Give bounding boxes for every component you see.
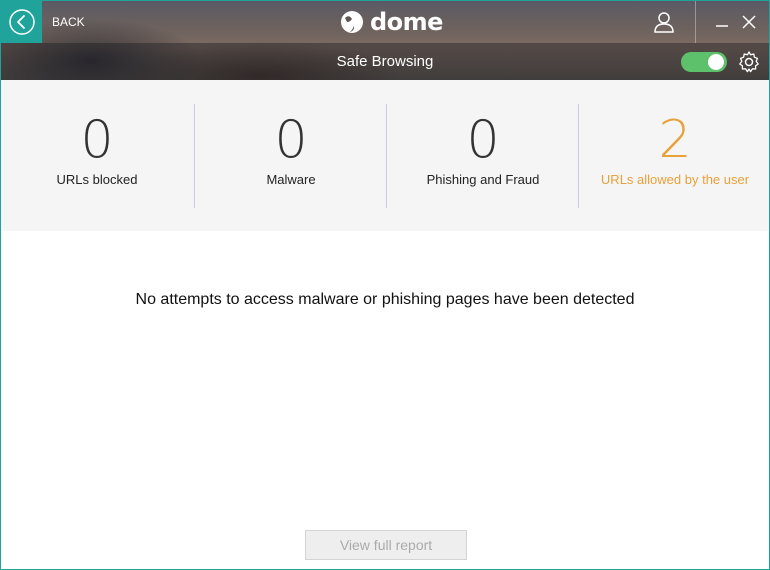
toggle-knob: [708, 54, 724, 70]
back-label[interactable]: BACK: [52, 15, 85, 29]
header-divider: [695, 1, 696, 43]
chevron-left-icon: [8, 9, 35, 35]
stats-panel: 0 URLs blocked 0 Malware 0 Phishing and …: [1, 80, 769, 231]
page-title: Safe Browsing: [336, 53, 434, 70]
safe-browsing-toggle[interactable]: [681, 52, 727, 72]
minimize-icon[interactable]: [713, 11, 731, 33]
user-icon[interactable]: [653, 11, 675, 33]
stat-value[interactable]: 2: [579, 110, 770, 170]
stat-value: 0: [466, 110, 500, 170]
gear-icon[interactable]: [737, 50, 761, 74]
panda-logo-icon: [341, 11, 363, 33]
stat-malware: 0 Malware: [195, 80, 387, 231]
stat-label: URLs blocked: [56, 172, 138, 187]
close-icon[interactable]: [740, 12, 758, 32]
stat-value: 0: [274, 110, 308, 170]
status-message: No attempts to access malware or phishin…: [135, 291, 635, 308]
stat-value: 0: [80, 110, 114, 170]
stat-urls-allowed[interactable]: 2 URLs allowed by the user: [579, 80, 770, 231]
back-button[interactable]: [1, 1, 42, 43]
stat-phishing: 0 Phishing and Fraud: [387, 80, 579, 231]
stat-label[interactable]: URLs allowed by the user: [579, 172, 770, 187]
stat-label: Phishing and Fraud: [426, 172, 540, 187]
view-full-report-button[interactable]: View full report: [305, 530, 467, 560]
stat-urls-blocked: 0 URLs blocked: [1, 80, 193, 231]
header-bar: BACK dome Safe Browsing: [1, 1, 769, 80]
app-logo: dome: [340, 8, 443, 36]
stat-label: Malware: [266, 172, 316, 187]
logo-text: dome: [370, 8, 443, 36]
